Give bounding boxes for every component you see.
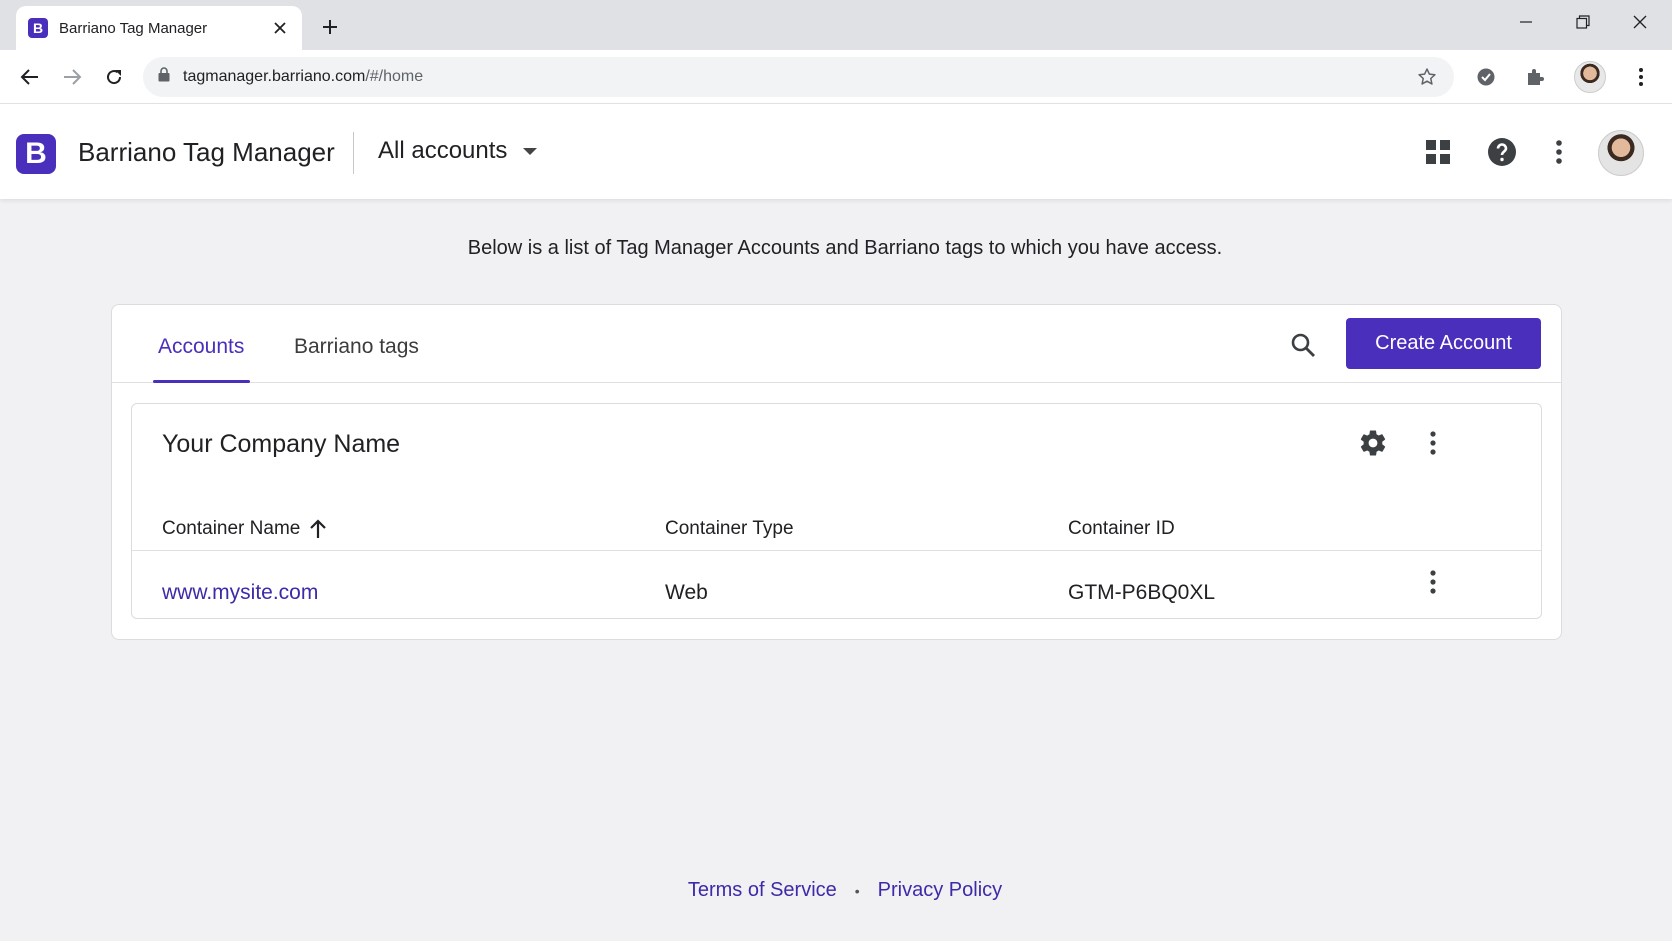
- terms-of-service-link[interactable]: Terms of Service: [688, 879, 837, 901]
- column-header-container-id[interactable]: Container ID: [1068, 518, 1175, 540]
- more-options-icon[interactable]: [1541, 134, 1577, 170]
- account-selector[interactable]: All accounts: [378, 137, 538, 165]
- url-text: tagmanager.barriano.com/#/home: [183, 68, 423, 86]
- help-icon[interactable]: [1484, 134, 1520, 170]
- profile-avatar[interactable]: [1574, 61, 1606, 93]
- column-header-container-type[interactable]: Container Type: [665, 518, 794, 540]
- app-title: Barriano Tag Manager: [78, 137, 335, 167]
- browser-menu-icon[interactable]: [1627, 63, 1655, 91]
- user-avatar[interactable]: [1598, 130, 1644, 176]
- browser-toolbar: tagmanager.barriano.com/#/home: [0, 50, 1672, 104]
- browser-tab[interactable]: B Barriano Tag Manager: [16, 6, 302, 50]
- settings-gear-icon[interactable]: [1355, 425, 1391, 461]
- intro-text: Below is a list of Tag Manager Accounts …: [467, 237, 1223, 259]
- header-divider: [353, 132, 354, 174]
- column-header-container-name[interactable]: Container Name: [162, 518, 327, 540]
- sort-ascending-icon: [309, 519, 327, 539]
- active-tab-indicator: [153, 380, 250, 383]
- tab-accounts[interactable]: Accounts: [158, 335, 244, 359]
- browser-tab-strip: B Barriano Tag Manager: [0, 0, 1672, 50]
- account-menu-icon[interactable]: [1415, 425, 1451, 461]
- privacy-policy-link[interactable]: Privacy Policy: [878, 879, 1002, 901]
- minimize-icon[interactable]: [1510, 8, 1542, 36]
- tab-barriano-tags[interactable]: Barriano tags: [294, 335, 419, 359]
- container-id-cell: GTM-P6BQ0XL: [1068, 581, 1216, 604]
- bookmark-star-icon[interactable]: [1416, 66, 1438, 88]
- apps-grid-icon[interactable]: [1420, 134, 1456, 170]
- extensions-puzzle-icon[interactable]: [1521, 63, 1549, 91]
- restore-icon[interactable]: [1567, 8, 1599, 36]
- url-host: tagmanager.barriano.com: [183, 68, 366, 85]
- address-bar[interactable]: tagmanager.barriano.com/#/home: [143, 57, 1454, 97]
- column-label-container-name: Container Name: [162, 518, 301, 539]
- url-path: /#/home: [365, 68, 424, 85]
- app-logo[interactable]: B: [16, 134, 56, 174]
- reload-icon[interactable]: [99, 62, 129, 92]
- account-panel: Your Company Name Container Name Contain…: [131, 403, 1542, 619]
- app-header: B Barriano Tag Manager All accounts: [0, 104, 1672, 199]
- search-icon[interactable]: [1287, 329, 1319, 361]
- footer: Terms of Service • Privacy Policy: [0, 879, 1672, 902]
- tabs-row: Accounts Barriano tags Create Account: [112, 305, 1561, 383]
- close-tab-icon[interactable]: [270, 18, 290, 38]
- new-tab-icon[interactable]: [318, 15, 342, 39]
- dropdown-caret-icon: [523, 147, 538, 155]
- favicon-icon: B: [28, 18, 48, 38]
- tab-title: Barriano Tag Manager: [59, 19, 208, 37]
- row-menu-icon[interactable]: [1415, 564, 1451, 600]
- create-account-button[interactable]: Create Account: [1346, 318, 1541, 369]
- forward-arrow-icon[interactable]: [57, 62, 87, 92]
- container-type-cell: Web: [665, 581, 708, 604]
- lock-icon: [158, 67, 170, 87]
- footer-separator: •: [854, 882, 860, 899]
- accounts-card: Accounts Barriano tags Create Account Yo…: [111, 304, 1562, 640]
- back-arrow-icon[interactable]: [15, 62, 45, 92]
- account-selector-label: All accounts: [378, 137, 508, 164]
- header-rule: [132, 550, 1541, 551]
- shield-extension-icon[interactable]: [1472, 63, 1500, 91]
- account-name: Your Company Name: [162, 430, 401, 458]
- container-name-link[interactable]: www.mysite.com: [162, 581, 318, 605]
- close-window-icon[interactable]: [1624, 8, 1656, 36]
